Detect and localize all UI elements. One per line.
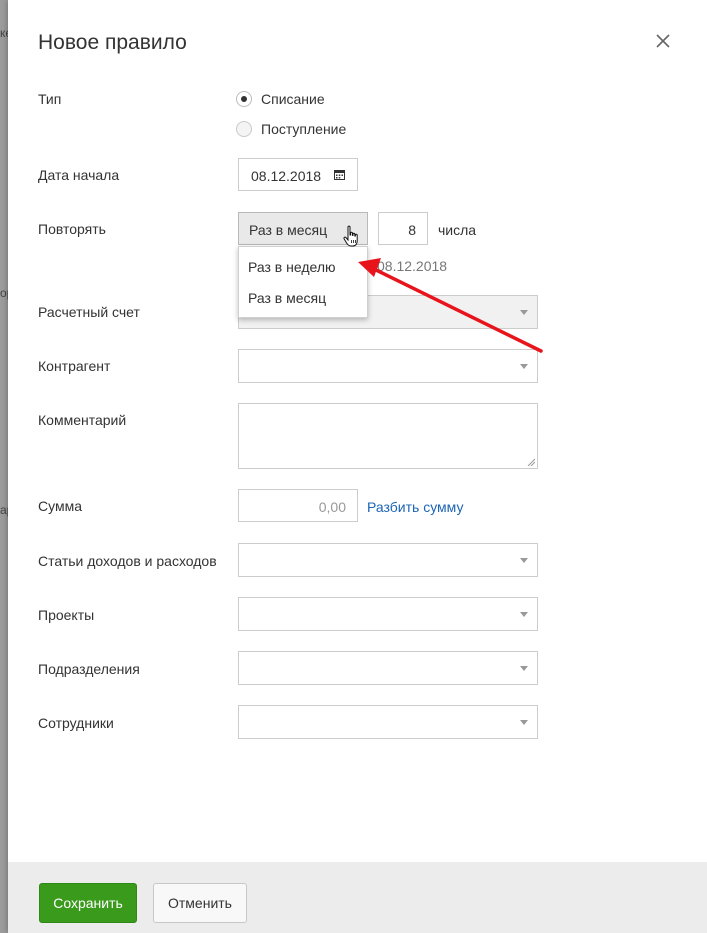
amount-label: Сумма — [38, 498, 82, 514]
day-suffix-label: числа — [438, 222, 477, 238]
repeat-label: Повторять — [38, 221, 106, 237]
chevron-down-icon — [520, 310, 528, 315]
radio-debit[interactable]: Списание — [236, 91, 325, 107]
chevron-down-icon — [520, 720, 528, 725]
projects-select[interactable] — [238, 597, 538, 631]
categories-select[interactable] — [238, 543, 538, 577]
employees-label: Сотрудники — [38, 715, 114, 731]
close-icon[interactable] — [652, 30, 674, 52]
repeat-start-note: 08.12.2018 — [377, 258, 448, 274]
chevron-down-icon — [520, 364, 528, 369]
departments-select[interactable] — [238, 651, 538, 685]
dialog-title: Новое правило — [38, 31, 187, 54]
departments-label: Подразделения — [38, 661, 140, 677]
comment-textarea[interactable] — [238, 403, 538, 469]
start-date-value: 08.12.2018 — [251, 168, 322, 184]
radio-label: Поступление — [261, 121, 347, 137]
amount-input[interactable]: 0,00 — [238, 489, 358, 522]
radio-button[interactable] — [236, 121, 252, 137]
resize-grip-icon[interactable] — [527, 458, 535, 466]
calendar-icon[interactable] — [334, 169, 345, 180]
repeat-period-dropdown: Раз в неделю Раз в месяц — [238, 246, 368, 318]
radio-button-checked[interactable] — [236, 91, 252, 107]
dialog-footer: Сохранить Отменить — [8, 862, 707, 933]
new-rule-dialog: Новое правило Тип Списание Поступление Д… — [8, 0, 707, 933]
chevron-down-icon — [520, 612, 528, 617]
projects-label: Проекты — [38, 607, 95, 623]
dropdown-option-weekly[interactable]: Раз в неделю — [248, 259, 336, 275]
start-date-input[interactable]: 08.12.2018 — [238, 158, 358, 191]
dropdown-option-monthly[interactable]: Раз в месяц — [248, 290, 326, 306]
save-button[interactable]: Сохранить — [39, 883, 137, 923]
chevron-down-icon — [520, 558, 528, 563]
counterparty-label: Контрагент — [38, 358, 111, 374]
cancel-button[interactable]: Отменить — [153, 883, 247, 923]
radio-label: Списание — [261, 91, 325, 107]
type-label: Тип — [38, 91, 62, 107]
radio-credit[interactable]: Поступление — [236, 121, 346, 137]
chevron-down-icon — [520, 666, 528, 671]
start-date-label: Дата начала — [38, 167, 120, 183]
employees-select[interactable] — [238, 705, 538, 739]
counterparty-select[interactable] — [238, 349, 538, 383]
comment-label: Комментарий — [38, 412, 127, 428]
hand-cursor-icon — [343, 225, 358, 247]
categories-label: Статьи доходов и расходов — [38, 553, 217, 569]
day-of-month-input[interactable]: 8 — [378, 212, 428, 245]
account-label: Расчетный счет — [38, 304, 140, 320]
split-amount-link[interactable]: Разбить сумму — [367, 499, 463, 515]
